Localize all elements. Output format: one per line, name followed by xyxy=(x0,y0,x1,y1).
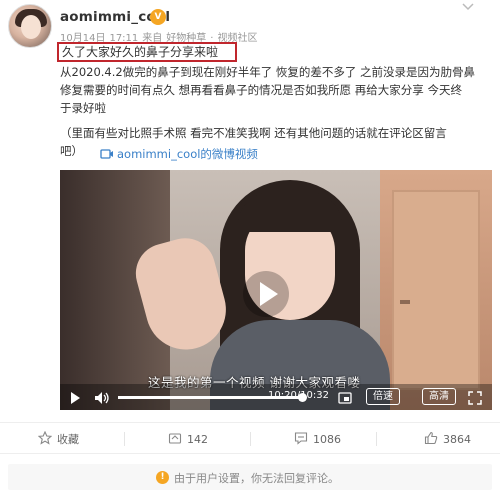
repost-button[interactable]: 142 xyxy=(168,431,208,446)
post-body-line: 于录好啦 xyxy=(60,101,106,115)
divider xyxy=(376,432,377,446)
like-button[interactable]: 3864 xyxy=(424,431,471,446)
video-frame-door-handle xyxy=(400,300,410,304)
divider xyxy=(250,432,251,446)
post-note-line: （里面有些对比照手术照 看完不准笑我啊 还有其他问题的话就在评论区留言 xyxy=(60,126,447,140)
video-frame-person-bangs xyxy=(238,192,342,232)
video-link[interactable]: aomimmi_cool的微博视频 xyxy=(100,146,258,163)
divider xyxy=(124,432,125,446)
play-icon[interactable] xyxy=(242,270,290,318)
video-link-text[interactable]: aomimmi_cool的微博视频 xyxy=(117,147,258,161)
repost-icon xyxy=(168,433,182,444)
avatar[interactable] xyxy=(8,4,52,48)
comment-count: 1086 xyxy=(313,433,341,446)
post-body: 从2020.4.2做完的鼻子到现在刚好半年了 恢复的差不多了 之前没录是因为肋骨… xyxy=(60,63,492,117)
star-icon xyxy=(37,430,53,445)
link-video-icon xyxy=(100,148,114,163)
fullscreen-icon[interactable] xyxy=(468,390,482,405)
pip-icon[interactable] xyxy=(338,390,352,404)
volume-icon[interactable] xyxy=(94,390,110,404)
like-icon xyxy=(424,431,438,445)
favorite-button[interactable]: 收藏 xyxy=(37,430,79,447)
favorite-label: 收藏 xyxy=(57,433,79,446)
like-count: 3864 xyxy=(443,433,471,446)
post-body-line: 从2020.4.2做完的鼻子到现在刚好半年了 恢复的差不多了 之前没录是因为肋骨… xyxy=(60,65,476,79)
control-play-icon[interactable] xyxy=(68,390,82,404)
video-frame-door xyxy=(392,190,480,390)
reply-restriction-notice: ! 由于用户设置，你无法回复评论。 xyxy=(8,464,492,490)
action-bar: 收藏 142 1086 3864 xyxy=(0,422,500,454)
comment-icon xyxy=(294,432,308,445)
repost-count: 142 xyxy=(187,433,208,446)
time-display: 10:20/10:32 xyxy=(268,390,330,401)
speed-button[interactable]: 倍速 xyxy=(366,388,400,405)
post-title: 久了大家好久的鼻子分享来啦 xyxy=(62,45,219,59)
video-controls: 10:20/10:32 倍速 高清 xyxy=(60,384,492,410)
more-icon[interactable] xyxy=(460,0,476,14)
vip-badge-icon: V xyxy=(150,9,166,25)
comment-button[interactable]: 1086 xyxy=(294,431,341,446)
post-body-line: 修复需要的时间有点久 想再看看鼻子的情况是否如我所愿 再给大家分享 今天终 xyxy=(60,83,462,97)
notice-text: 由于用户设置，你无法回复评论。 xyxy=(174,472,339,485)
warning-icon: ! xyxy=(156,471,169,484)
quality-button[interactable]: 高清 xyxy=(422,388,456,405)
